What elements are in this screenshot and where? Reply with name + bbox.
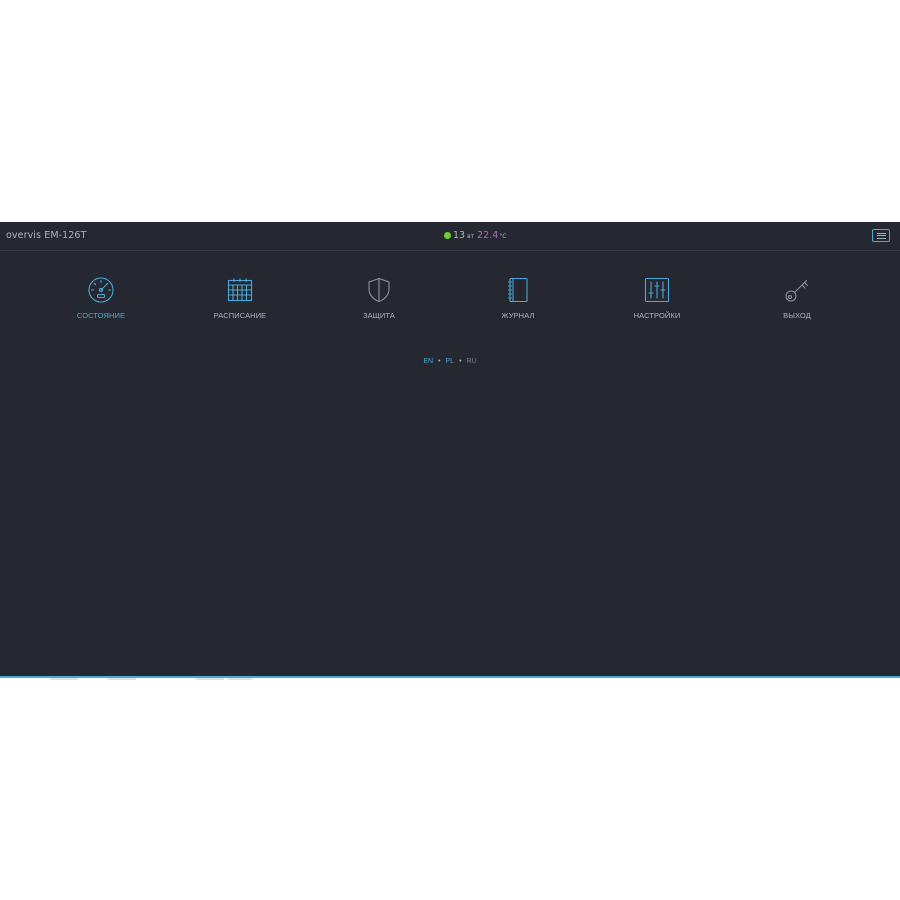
header-bar: overvis EM-126T 13 вт 22.4 °C (0, 222, 900, 251)
nav-label-settings: НАСТРОЙКИ (633, 311, 681, 320)
lang-ru-link[interactable]: RU (467, 358, 477, 365)
sliders-icon (644, 277, 670, 303)
key-icon (785, 279, 809, 302)
nav-item-journal[interactable]: ЖУРНАЛ (468, 276, 568, 320)
status-day: 13 (453, 230, 466, 241)
temperature-unit: °C (499, 233, 507, 240)
speedometer-icon (88, 277, 114, 303)
nav-item-schedule[interactable]: РАСПИСАНИЕ (190, 276, 290, 320)
status-indicator: 13 вт 22.4 °C (444, 230, 506, 241)
nav-item-logout[interactable]: ВЫХОД (747, 276, 847, 320)
nav-item-status[interactable]: СОСТОЯНИЕ (51, 276, 151, 320)
calendar-icon (227, 278, 253, 302)
lang-separator: • (438, 358, 441, 365)
hamburger-menu-button[interactable] (872, 229, 890, 242)
lang-separator: • (459, 358, 462, 365)
shield-icon (368, 277, 390, 303)
taskbar-fragment (228, 678, 252, 680)
language-switcher: EN • PL • RU (0, 358, 900, 365)
online-status-icon (444, 232, 451, 239)
notebook-icon (507, 277, 528, 303)
app-window: overvis EM-126T 13 вт 22.4 °C СОСТОЯНИЕ … (0, 222, 900, 676)
nav-label-schedule: РАСПИСАНИЕ (213, 311, 267, 320)
nav-label-logout: ВЫХОД (783, 311, 811, 320)
nav-label-protection: ЗАЩИТА (363, 311, 395, 320)
nav-item-protection[interactable]: ЗАЩИТА (329, 276, 429, 320)
status-weekday: вт (467, 233, 475, 240)
main-nav: СОСТОЯНИЕ РАСПИСАНИЕ ЗАЩИТА ЖУРНАЛ НАСТР… (0, 276, 900, 326)
lang-pl-link[interactable]: PL (446, 358, 455, 365)
nav-label-journal: ЖУРНАЛ (501, 311, 535, 320)
taskbar-fragment (50, 678, 78, 680)
nav-label-status: СОСТОЯНИЕ (76, 311, 126, 320)
taskbar-fragment (108, 678, 136, 680)
temperature-value: 22.4 (477, 230, 499, 241)
taskbar-fragment (196, 678, 224, 680)
lang-en-link[interactable]: EN (423, 358, 433, 365)
nav-item-settings[interactable]: НАСТРОЙКИ (607, 276, 707, 320)
hamburger-menu-icon (876, 232, 886, 234)
device-title: overvis EM-126T (6, 230, 87, 241)
